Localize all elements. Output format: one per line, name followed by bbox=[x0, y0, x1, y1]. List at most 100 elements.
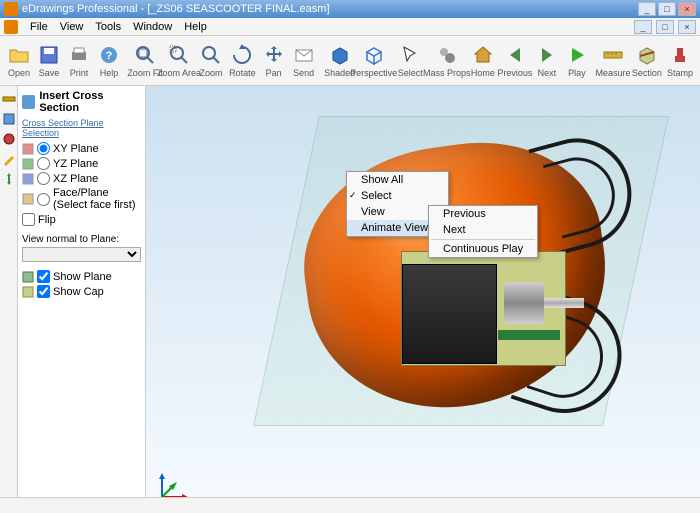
section-icon bbox=[635, 43, 659, 67]
measure-button[interactable]: Measure bbox=[596, 38, 630, 84]
toolbar-label: Stamp bbox=[667, 69, 693, 78]
zoomarea-icon bbox=[167, 43, 191, 67]
help-button[interactable]: ?Help bbox=[94, 38, 124, 84]
stamp-tool-icon[interactable] bbox=[2, 132, 16, 146]
toolbar-label: Send bbox=[293, 69, 314, 78]
toolbar-label: Home bbox=[471, 69, 495, 78]
flip-label: Flip bbox=[38, 214, 56, 226]
minimize-button[interactable]: _ bbox=[638, 2, 656, 16]
section-button[interactable]: Section bbox=[630, 38, 664, 84]
normal-label: View normal to Plane: bbox=[22, 234, 141, 245]
stamp-button[interactable]: Stamp bbox=[664, 38, 696, 84]
show-cap-check[interactable] bbox=[37, 285, 50, 298]
disk-icon bbox=[37, 43, 61, 67]
plane-radio-input[interactable] bbox=[37, 157, 50, 170]
measure-tool-icon[interactable] bbox=[2, 92, 16, 106]
plane-radio-1[interactable]: YZ Plane bbox=[22, 157, 141, 170]
print-button[interactable]: Print bbox=[64, 38, 94, 84]
plane-axis-icon bbox=[22, 173, 34, 185]
perspective-button[interactable]: Perspective bbox=[357, 38, 391, 84]
menu-help[interactable]: Help bbox=[178, 19, 213, 35]
show-plane-row[interactable]: Show Plane bbox=[22, 270, 141, 283]
home-button[interactable]: Home bbox=[468, 38, 498, 84]
plane-radio-label: YZ Plane bbox=[53, 158, 98, 170]
maximize-button[interactable]: □ bbox=[658, 2, 676, 16]
show-plane-check[interactable] bbox=[37, 270, 50, 283]
toolbar-label: Open bbox=[8, 69, 30, 78]
menu-file[interactable]: File bbox=[24, 19, 54, 35]
plane-radio-2[interactable]: XZ Plane bbox=[22, 172, 141, 185]
rotate-icon bbox=[230, 43, 254, 67]
ctx-sub-next[interactable]: Next bbox=[429, 222, 537, 238]
open-button[interactable]: Open bbox=[4, 38, 34, 84]
mass-icon bbox=[435, 43, 459, 67]
close-button[interactable]: × bbox=[678, 2, 696, 16]
markup-tool-icon[interactable] bbox=[2, 152, 16, 166]
toolbar-label: Rotate bbox=[229, 69, 256, 78]
toolbar-label: Perspective bbox=[350, 69, 397, 78]
toolbar-label: Section bbox=[632, 69, 662, 78]
previous-button[interactable]: Previous bbox=[498, 38, 532, 84]
doc-minimize-button[interactable]: _ bbox=[634, 20, 652, 34]
zoomfit-icon bbox=[133, 43, 157, 67]
home-icon bbox=[471, 43, 495, 67]
window-title: eDrawings Professional - [_ZS06 SEASCOOT… bbox=[22, 3, 636, 15]
toolbar-label: Previous bbox=[497, 69, 532, 78]
next-icon bbox=[535, 43, 559, 67]
next-button[interactable]: Next bbox=[532, 38, 562, 84]
menu-tools[interactable]: Tools bbox=[89, 19, 127, 35]
mass-props-button[interactable]: Mass Props bbox=[430, 38, 464, 84]
toolbar-label: Mass Props bbox=[423, 69, 471, 78]
toolbar-label: Help bbox=[100, 69, 119, 78]
ctx-select[interactable]: ✓Select bbox=[347, 188, 448, 204]
menu-window[interactable]: Window bbox=[127, 19, 178, 35]
motor bbox=[504, 282, 544, 324]
plane-select[interactable] bbox=[22, 247, 141, 262]
plane-radio-input[interactable] bbox=[37, 172, 50, 185]
flip-checkbox[interactable]: Flip bbox=[22, 213, 141, 226]
plane-radio-input[interactable] bbox=[37, 142, 50, 155]
doc-maximize-button[interactable]: □ bbox=[656, 20, 674, 34]
pan-button[interactable]: Pan bbox=[259, 38, 289, 84]
zoom-button[interactable]: Zoom bbox=[196, 38, 226, 84]
rotate-button[interactable]: Rotate bbox=[226, 38, 259, 84]
ctx-show-all[interactable]: Show All bbox=[347, 172, 448, 188]
viewport-3d[interactable]: Show All✓SelectViewAnimate Views Previou… bbox=[146, 86, 700, 513]
plane-radio-input[interactable] bbox=[37, 193, 50, 206]
prev-icon bbox=[503, 43, 527, 67]
toolbar-label: Zoom bbox=[200, 69, 223, 78]
show-plane-label: Show Plane bbox=[53, 271, 112, 283]
ctx-sub-previous[interactable]: Previous bbox=[429, 206, 537, 222]
flip-check-input[interactable] bbox=[22, 213, 35, 226]
send-button[interactable]: Send bbox=[289, 38, 319, 84]
toolbar-label: Measure bbox=[595, 69, 630, 78]
show-cap-label: Show Cap bbox=[53, 286, 104, 298]
context-submenu: PreviousNext Continuous Play bbox=[428, 205, 538, 258]
plane-radio-label: XY Plane bbox=[53, 143, 99, 155]
cutaway-interior bbox=[401, 251, 566, 366]
plane-radio-label: Face/Plane (Select face first) bbox=[53, 187, 141, 211]
save-button[interactable]: Save bbox=[34, 38, 64, 84]
zoom-area-button[interactable]: Zoom Area bbox=[162, 38, 196, 84]
select-button[interactable]: Select bbox=[395, 38, 426, 84]
status-bar bbox=[0, 497, 700, 513]
show-cap-row[interactable]: Show Cap bbox=[22, 285, 141, 298]
plane-axis-icon bbox=[22, 143, 34, 155]
ctx-sub-continuous-play[interactable]: Continuous Play bbox=[429, 241, 537, 257]
plane-radio-0[interactable]: XY Plane bbox=[22, 142, 141, 155]
drive-shaft bbox=[544, 298, 584, 308]
plane-swatch-icon bbox=[22, 271, 34, 283]
doc-close-button[interactable]: × bbox=[678, 20, 696, 34]
menu-view[interactable]: View bbox=[54, 19, 90, 35]
plane-radio-3[interactable]: Face/Plane (Select face first) bbox=[22, 187, 141, 211]
toolbar-label: Print bbox=[70, 69, 89, 78]
play-button[interactable]: Play bbox=[562, 38, 592, 84]
battery-pack bbox=[402, 264, 497, 364]
move-tool-icon[interactable] bbox=[2, 172, 16, 186]
folder-icon bbox=[7, 43, 31, 67]
titlebar: eDrawings Professional - [_ZS06 SEASCOOT… bbox=[0, 0, 700, 18]
measure-icon bbox=[601, 43, 625, 67]
select-icon bbox=[398, 43, 422, 67]
section-tool-icon[interactable] bbox=[2, 112, 16, 126]
cross-section-panel: Insert Cross Section Cross Section Plane… bbox=[18, 86, 146, 513]
